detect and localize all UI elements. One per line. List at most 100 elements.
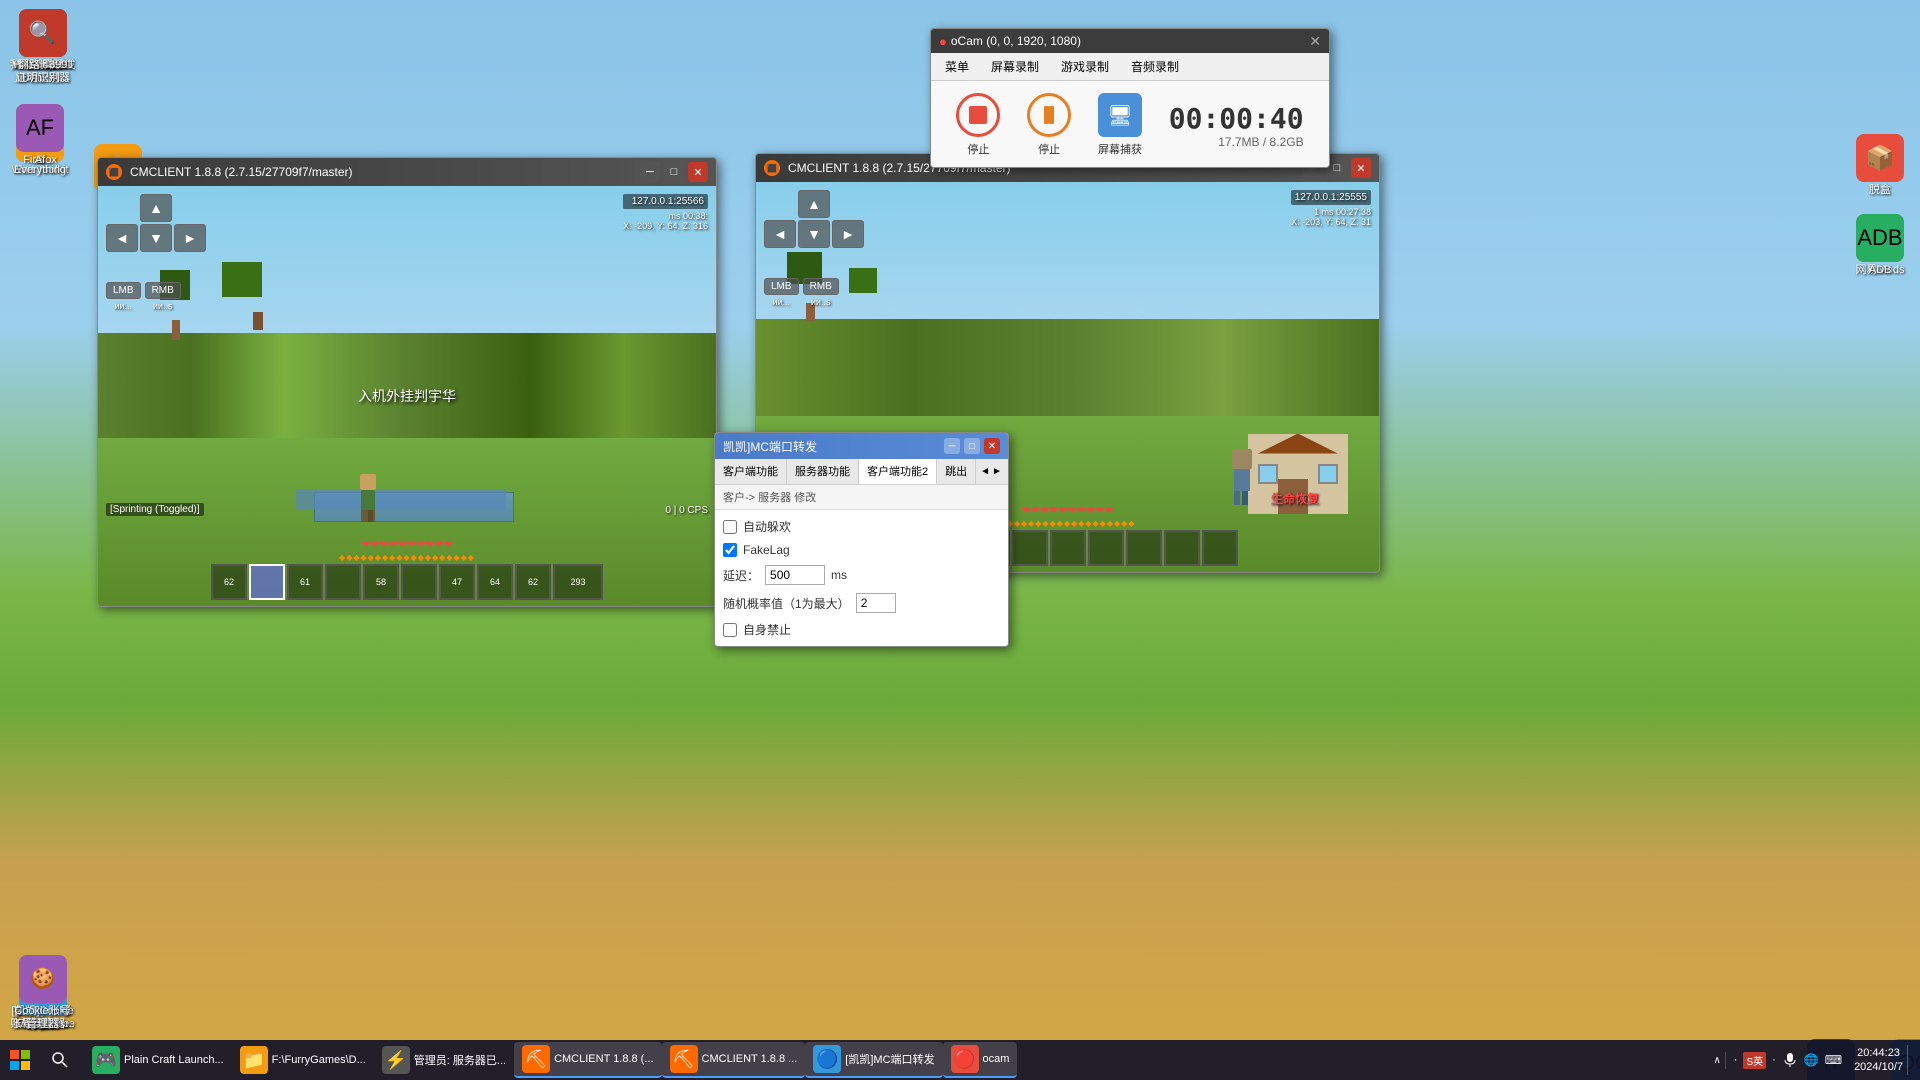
ocam-menu-game[interactable]: 游戏录制 — [1051, 56, 1119, 77]
port-tab-server[interactable]: 服务器功能 — [787, 459, 859, 484]
mc2-ctrl-right[interactable]: ► — [832, 220, 864, 248]
icon-ec[interactable]: EC 杂 — [1915, 5, 1920, 76]
mc2-hearts: ❤❤❤❤❤❤❤❤❤❤ — [1021, 504, 1113, 517]
taskbar-item-port-forward[interactable]: 🔵 [凯凯]MC端口转发 — [805, 1042, 942, 1078]
mc1-slot-5[interactable]: 58 — [363, 564, 399, 600]
port-tab-client[interactable]: 客户端功能 — [715, 459, 787, 484]
mc1-ctrl-down[interactable]: ▼ — [140, 224, 172, 252]
mc2-slot-8[interactable] — [1164, 530, 1200, 566]
taskbar-clock[interactable]: 20:44:23 2024/10/7 — [1854, 1046, 1903, 1075]
icon-cookie-acct[interactable]: 🍪 Cookie账号管理器 — [5, 951, 80, 1035]
mc1-rmb-btn[interactable]: RMB — [145, 282, 181, 299]
icon-af[interactable]: AF Af — [0, 100, 80, 171]
mc1-maximize[interactable]: □ — [664, 162, 684, 182]
mc1-slot-1[interactable]: 62 — [211, 564, 247, 600]
icon-fanlu[interactable]: 🔍 翻路 4399证明识别... — [5, 5, 80, 89]
mc2-slot-9[interactable] — [1202, 530, 1238, 566]
mc2-roof — [1258, 434, 1338, 454]
mc1-coords: 127.0.0.1:25566 ms 00:38: X: -209, Y: 64… — [623, 194, 708, 231]
microphone-icon[interactable] — [1782, 1052, 1798, 1068]
mc2-ctrl-up[interactable]: ▲ — [798, 190, 830, 218]
ocam-menu-caidan[interactable]: 菜单 — [935, 56, 979, 77]
taskbar-item-server[interactable]: ⚡ 管理员: 服务器已... — [374, 1042, 514, 1078]
show-desktop-btn[interactable] — [1907, 1045, 1912, 1075]
mc1-taskbar-icon: ⛏ — [522, 1045, 550, 1073]
ocam-screen-capture-icon[interactable]: 🖥 — [1098, 93, 1142, 137]
mc1-ctrl-left[interactable]: ◄ — [106, 224, 138, 252]
mc2-lmb-btn[interactable]: LMB — [764, 278, 799, 295]
mc1-slot-2[interactable] — [249, 564, 285, 600]
port-selfban-checkbox[interactable] — [723, 623, 737, 637]
mc2-slot-6[interactable] — [1088, 530, 1124, 566]
mc2-slot-7[interactable] — [1126, 530, 1162, 566]
ocam-timer-value: 00:00:40 — [1169, 102, 1304, 135]
mc1-ms: ms 00:38: — [623, 211, 708, 221]
icon-adb[interactable]: ADB ADB — [1840, 210, 1920, 281]
taskbar-start-button[interactable] — [0, 1040, 40, 1080]
port-tab-client2[interactable]: 客户端功能2 — [859, 459, 937, 484]
mc2-maximize[interactable]: □ — [1327, 158, 1347, 178]
mc1-rmb-group: RMB ии..s — [145, 282, 181, 311]
ocam-menu-screen[interactable]: 屏幕录制 — [981, 56, 1049, 77]
mc1-close[interactable]: ✕ — [688, 162, 708, 182]
port-fakelag-checkbox[interactable] — [723, 543, 737, 557]
taskbar-item-mc2[interactable]: ⛏ CMCLIENT 1.8.8 ... — [662, 1042, 806, 1078]
mc2-ctrl-down[interactable]: ▼ — [798, 220, 830, 248]
ocam-menu-audio[interactable]: 音频录制 — [1121, 56, 1189, 77]
mc1-ctrl-right[interactable]: ► — [174, 224, 206, 252]
taskbar-search-button[interactable] — [40, 1040, 80, 1080]
mc2-slot-4[interactable] — [1012, 530, 1048, 566]
port-minimize-btn[interactable]: ─ — [944, 438, 960, 454]
taskbar-item-plain-craft[interactable]: 🎮 Plain Craft Launch... — [84, 1042, 232, 1078]
port-section-header: 客户-> 服务器 修改 — [715, 485, 1008, 510]
ocam-stop-label: 停止 — [967, 141, 989, 157]
mc1-slot-6[interactable] — [401, 564, 437, 600]
ocam-content: 停止 停止 🖥 屏幕捕获 00:00:40 17.7MB / 8.2GB — [931, 81, 1329, 168]
plain-craft-icon: 🎮 — [92, 1046, 120, 1074]
port-tab-prev[interactable]: ◄ — [980, 466, 990, 477]
mc1-ctrl-up[interactable]: ▲ — [140, 194, 172, 222]
port-random-input[interactable] — [856, 593, 896, 613]
port-tab-next[interactable]: ► — [992, 466, 1002, 477]
port-tab-exit[interactable]: 跳出 — [937, 459, 976, 484]
ocam-stop-icon[interactable] — [956, 93, 1000, 137]
ocam-stop-group[interactable]: 停止 — [956, 93, 1000, 157]
mc2-ctrl-left[interactable]: ◄ — [764, 220, 796, 248]
taskbar-date: 2024/10/7 — [1854, 1060, 1903, 1074]
port-delay-label: 延迟： — [723, 567, 759, 584]
tray-expand-btn[interactable]: ∧ — [1713, 1055, 1720, 1066]
ocam-capture-label: 屏幕捕获 — [1098, 141, 1142, 157]
lang-indicator[interactable]: S英 — [1743, 1052, 1766, 1069]
mc1-slot-4[interactable] — [325, 564, 361, 600]
ocam-capture-group[interactable]: 🖥 屏幕捕获 — [1098, 93, 1142, 157]
mc1-slot-7[interactable]: 47 — [439, 564, 475, 600]
port-maximize-btn[interactable]: □ — [964, 438, 980, 454]
taskbar-item-mc1[interactable]: ⛏ CMCLIENT 1.8.8 (... — [514, 1042, 661, 1078]
mc1-slot-9[interactable]: 62 — [515, 564, 551, 600]
mc2-rmb-btn[interactable]: RMB — [803, 278, 839, 295]
mc2-controls-overlay: ▲ ◄ ▼ ► — [764, 190, 864, 278]
icon-tuohezi[interactable]: 📦 脱盒 — [1840, 130, 1920, 201]
mc1-lmb-rmb: LMB ии... RMB ии..s — [106, 282, 181, 311]
mc1-game-view[interactable]: ▲ ◄ ▼ ► LMB ии... RMB ии..s — [98, 186, 716, 606]
ocam-close-btn[interactable]: ✕ — [1309, 33, 1321, 50]
mc1-slot-8[interactable]: 64 — [477, 564, 513, 600]
ime-indicator[interactable]: · — [1734, 1054, 1738, 1066]
mc1-minimize[interactable]: ─ — [640, 162, 660, 182]
ocam-pause-label: 停止 — [1038, 141, 1060, 157]
mc2-close[interactable]: ✕ — [1351, 158, 1371, 178]
mc1-player — [358, 474, 378, 514]
mc1-hearts: ❤❤❤❤❤❤❤❤❤❤ — [361, 538, 453, 551]
mc1-slot-count[interactable]: 293 — [553, 564, 603, 600]
mc1-lmb-btn[interactable]: LMB — [106, 282, 141, 299]
mc2-slot-5[interactable] — [1050, 530, 1086, 566]
taskbar-item-explorer[interactable]: 📁 F:\FurryGames\D... — [232, 1042, 374, 1078]
taskbar-item-ocam[interactable]: 🔴 ocam — [943, 1042, 1018, 1078]
ocam-pause-icon[interactable] — [1027, 93, 1071, 137]
port-autodoge-checkbox[interactable] — [723, 520, 737, 534]
ocam-pause-group[interactable]: 停止 — [1027, 93, 1071, 157]
mc1-player-body — [361, 490, 375, 510]
port-delay-input[interactable] — [765, 565, 825, 585]
mc1-slot-3[interactable]: 61 — [287, 564, 323, 600]
port-close-btn[interactable]: ✕ — [984, 438, 1000, 454]
